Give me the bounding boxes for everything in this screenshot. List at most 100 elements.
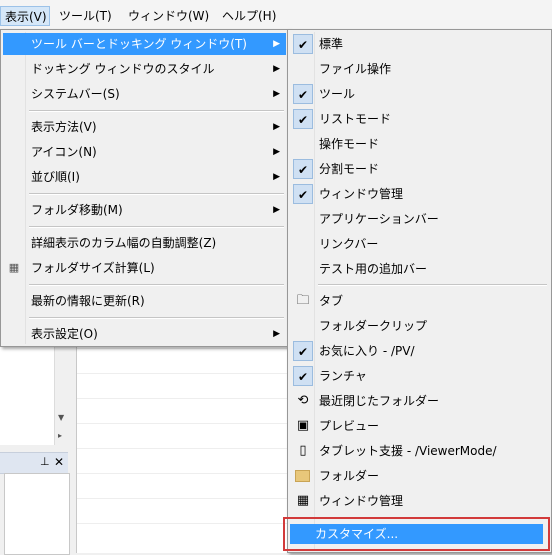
menu-item-label: 詳細表示のカラム幅の自動調整(Z) (31, 236, 217, 250)
check-icon: ✔ (293, 366, 313, 386)
submenu-arrow-icon: ▶ (273, 122, 280, 132)
submenu-arrow-icon: ▶ (273, 147, 280, 157)
menu-separator (318, 284, 547, 286)
menu-item-label: アイコン(N) (31, 145, 97, 159)
docking-pane-body[interactable] (4, 473, 70, 555)
menu-separator (29, 193, 284, 195)
submenu-arrow-icon: ▶ (273, 205, 280, 215)
window-grid-icon: ▦ (296, 493, 310, 508)
menu-item-sort-order[interactable]: 並び順(I) ▶ (3, 166, 286, 188)
menu-item-label: 表示方法(V) (31, 120, 97, 134)
menu-item-toolbars-docking[interactable]: ツール バーとドッキング ウィンドウ(T) ▶ (3, 33, 286, 55)
submenu-item-label: テスト用の追加バー (319, 262, 428, 276)
submenu-item-folder-clip[interactable]: フォルダークリップ (290, 314, 549, 338)
submenu-item-label: ファイル操作 (319, 62, 392, 76)
submenu-item-label: 分割モード (319, 162, 380, 176)
submenu-item-label: ウィンドウ管理 (319, 494, 404, 508)
submenu-item-label: 操作モード (319, 137, 380, 151)
check-icon: ✔ (293, 184, 313, 204)
vertical-scrollbar[interactable]: ▼ ▸ (54, 345, 69, 445)
menu-item-label: フォルダ移動(M) (31, 203, 123, 217)
menu-item-display-method[interactable]: 表示方法(V) ▶ (3, 116, 286, 138)
toolbars-submenu: ✔ 標準 ファイル操作 ✔ ツール ✔ リストモード 操作モード ✔ 分割モード… (287, 29, 552, 553)
submenu-item-file-ops[interactable]: ファイル操作 (290, 57, 549, 81)
submenu-item-preview[interactable]: ▣ プレビュー (290, 414, 549, 438)
menu-help[interactable]: ヘルプ(H) (222, 6, 276, 26)
submenu-item-standard[interactable]: ✔ 標準 (290, 32, 549, 56)
check-icon: ✔ (293, 84, 313, 104)
menu-item-label: フォルダサイズ計算(L) (31, 261, 155, 275)
folder-size-icon: ▦ (8, 261, 20, 274)
menu-item-refresh[interactable]: 最新の情報に更新(R) (3, 290, 286, 312)
preview-icon: ▣ (296, 418, 310, 433)
scroll-down-arrow-icon[interactable]: ▼ (58, 413, 64, 422)
menu-bar: 表示(V) ツール(T) ウィンドウ(W) ヘルプ(H) (0, 0, 552, 31)
submenu-item-application-bar[interactable]: アプリケーションバー (290, 207, 549, 231)
submenu-arrow-icon: ▶ (273, 39, 280, 49)
menu-item-auto-column-width[interactable]: 詳細表示のカラム幅の自動調整(Z) (3, 232, 286, 254)
menu-item-label: 表示設定(O) (31, 327, 98, 341)
menu-separator (29, 110, 284, 112)
view-menu-dropdown: ツール バーとドッキング ウィンドウ(T) ▶ ドッキング ウィンドウのスタイル… (0, 29, 289, 347)
annotation-highlight-box: カスタマイズ... (283, 517, 550, 551)
submenu-item-tab[interactable]: 🗀 タブ (290, 289, 549, 313)
folder-tree-pane[interactable]: ▼ ▸ (0, 345, 69, 445)
submenu-item-customize[interactable]: カスタマイズ... (290, 524, 543, 544)
submenu-item-operation-mode[interactable]: 操作モード (290, 132, 549, 156)
submenu-arrow-icon: ▶ (273, 89, 280, 99)
submenu-item-label: アプリケーションバー (319, 212, 439, 226)
menu-separator (29, 317, 284, 319)
submenu-item-tablet-support[interactable]: ▯ タブレット支援 - /ViewerMode/ (290, 439, 549, 463)
scroll-right-arrow-icon[interactable]: ▸ (58, 431, 62, 440)
close-icon[interactable]: ✕ (54, 455, 64, 469)
menu-item-folder-move[interactable]: フォルダ移動(M) ▶ (3, 199, 286, 221)
submenu-item-favorites[interactable]: ✔ お気に入り - /PV/ (290, 339, 549, 363)
menu-item-system-bar[interactable]: システムバー(S) ▶ (3, 83, 286, 105)
menu-item-label: ツール バーとドッキング ウィンドウ(T) (31, 37, 247, 51)
submenu-item-link-bar[interactable]: リンクバー (290, 232, 549, 256)
tab-icon: 🗀 (296, 293, 310, 308)
menu-separator (29, 284, 284, 286)
submenu-item-tools[interactable]: ✔ ツール (290, 82, 549, 106)
folder-icon (295, 470, 310, 482)
menu-view[interactable]: 表示(V) (0, 6, 50, 26)
menu-item-folder-size[interactable]: ▦ フォルダサイズ計算(L) (3, 257, 286, 279)
submenu-item-label: 標準 (319, 37, 344, 51)
submenu-item-label: プレビュー (319, 419, 380, 433)
check-icon: ✔ (293, 159, 313, 179)
menu-item-label: ドッキング ウィンドウのスタイル (31, 62, 215, 76)
submenu-arrow-icon: ▶ (273, 64, 280, 74)
menu-tools[interactable]: ツール(T) (59, 6, 112, 26)
submenu-item-label: リンクバー (319, 237, 379, 251)
submenu-item-label: リストモード (319, 112, 392, 126)
submenu-item-label: ウィンドウ管理 (319, 187, 404, 201)
menu-item-display-settings[interactable]: 表示設定(O) ▶ (3, 323, 286, 345)
submenu-item-window-management[interactable]: ✔ ウィンドウ管理 (290, 182, 549, 206)
menu-item-icon[interactable]: アイコン(N) ▶ (3, 141, 286, 163)
submenu-arrow-icon: ▶ (273, 329, 280, 339)
history-icon: ⟲ (297, 393, 309, 408)
check-icon: ✔ (293, 34, 313, 54)
menu-item-docking-style[interactable]: ドッキング ウィンドウのスタイル ▶ (3, 58, 286, 80)
submenu-item-label: カスタマイズ... (315, 527, 399, 541)
submenu-item-list-mode[interactable]: ✔ リストモード (290, 107, 549, 131)
pin-icon[interactable]: ⊥ (40, 455, 50, 468)
menu-item-label: 並び順(I) (31, 170, 80, 184)
check-icon: ✔ (293, 109, 313, 129)
submenu-item-label: お気に入り - /PV/ (319, 344, 415, 358)
submenu-item-launcher[interactable]: ✔ ランチャ (290, 364, 549, 388)
submenu-item-test-bar[interactable]: テスト用の追加バー (290, 257, 549, 281)
submenu-item-label: ツール (319, 87, 356, 101)
menu-item-label: 最新の情報に更新(R) (31, 294, 145, 308)
submenu-item-split-mode[interactable]: ✔ 分割モード (290, 157, 549, 181)
submenu-item-folder[interactable]: フォルダー (290, 464, 549, 488)
submenu-item-label: フォルダー (319, 469, 380, 483)
submenu-item-recent-folders[interactable]: ⟲ 最近閉じたフォルダー (290, 389, 549, 413)
submenu-item-label: タブ (319, 294, 344, 308)
menu-item-label: システムバー(S) (31, 87, 120, 101)
check-icon: ✔ (293, 341, 313, 361)
left-dock-area: ▼ ▸ ⊥ ✕ (0, 345, 76, 555)
tablet-icon: ▯ (299, 443, 307, 458)
menu-window[interactable]: ウィンドウ(W) (128, 6, 209, 26)
submenu-item-window-grid[interactable]: ▦ ウィンドウ管理 (290, 489, 549, 513)
